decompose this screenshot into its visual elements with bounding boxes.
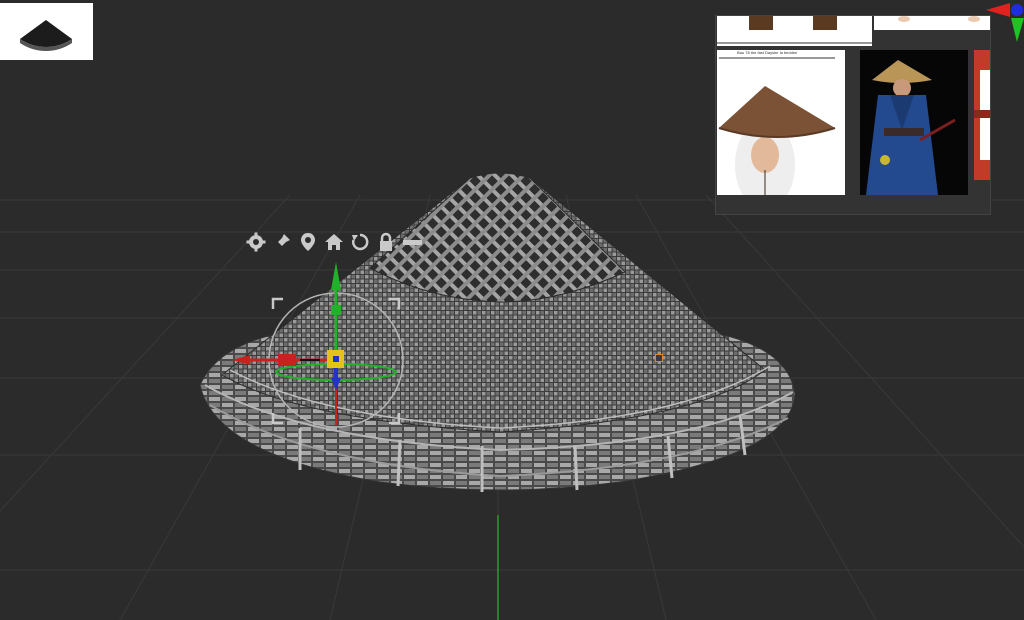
lock-icon[interactable] bbox=[374, 231, 397, 253]
reference-hands-photo[interactable] bbox=[874, 16, 990, 30]
woven-conical-hat[interactable] bbox=[199, 172, 796, 492]
x-axis-cone-icon bbox=[986, 3, 1010, 17]
reference-person-in-straw-hat[interactable]: Bau 78 the fast Daysler la bedden bbox=[717, 50, 845, 195]
pivot-point-marker[interactable] bbox=[655, 354, 663, 362]
reference-image-panel[interactable]: Bau 78 the fast Daysler la bedden bbox=[715, 15, 991, 215]
z-axis-sphere-icon bbox=[1011, 4, 1023, 16]
model-thumbnail[interactable] bbox=[0, 3, 93, 60]
minus-icon[interactable] bbox=[400, 231, 423, 253]
y-axis-cone-icon bbox=[1011, 18, 1024, 42]
reset-icon[interactable] bbox=[348, 231, 371, 253]
gizmo-toolbar bbox=[244, 231, 423, 253]
reference-doc-caption: Bau 78 the fast Daysler la bedden bbox=[737, 50, 798, 55]
pin-icon[interactable] bbox=[270, 231, 293, 253]
location-icon[interactable] bbox=[296, 231, 319, 253]
reference-samurai-in-blue-robe[interactable] bbox=[860, 50, 968, 195]
orientation-gizmo[interactable] bbox=[984, 0, 1024, 44]
conical-hat-thumbnail-icon bbox=[20, 20, 72, 51]
home-icon[interactable] bbox=[322, 231, 345, 253]
3d-viewport[interactable]: Bau 78 the fast Daysler la bedden bbox=[0, 0, 1024, 620]
reference-legs-photo[interactable] bbox=[717, 16, 872, 46]
gear-icon[interactable] bbox=[244, 231, 267, 253]
reference-red-gate[interactable] bbox=[974, 50, 990, 180]
